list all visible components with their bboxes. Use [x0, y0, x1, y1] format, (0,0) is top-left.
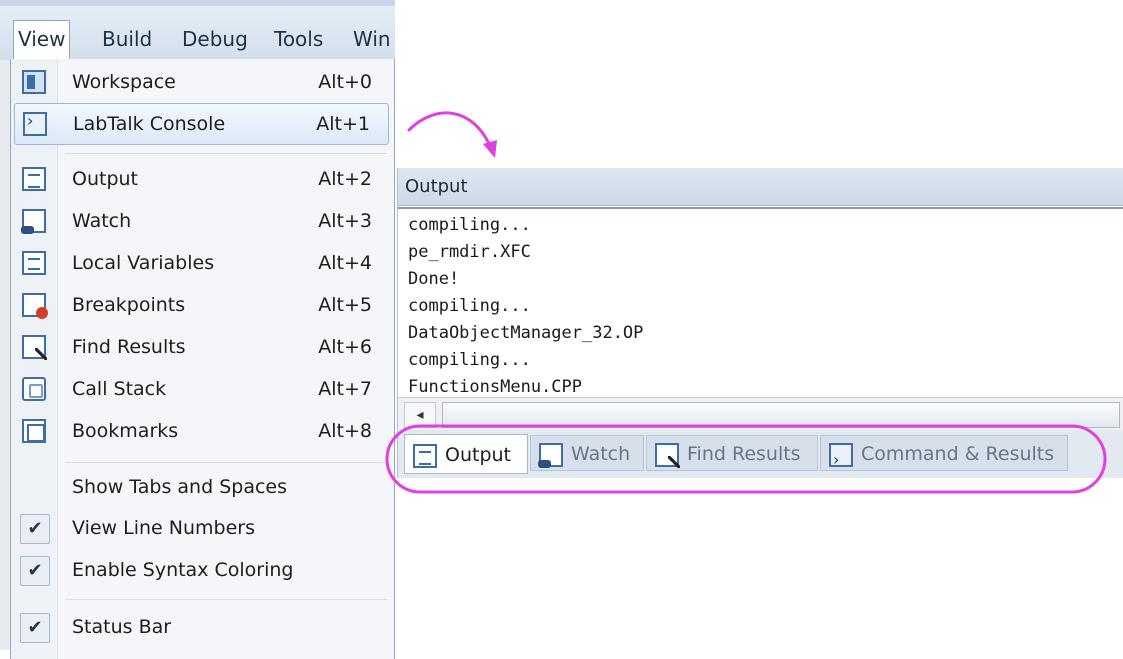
output-line: compiling... [408, 296, 531, 316]
menu-item-label: Watch [72, 210, 132, 232]
output-line: FunctionsMenu.CPP [408, 377, 582, 397]
menu-item-local-variables[interactable]: Local Variables Alt+4 [11, 243, 394, 283]
menu-item-shortcut: Alt+0 [318, 71, 372, 93]
watch-icon [21, 209, 46, 234]
annotation-arrow-icon [407, 111, 497, 158]
view-menu-dropdown: Workspace Alt+0 LabTalk Console Alt+1 Ou… [10, 59, 395, 659]
menu-item-label: Local Variables [72, 252, 215, 274]
output-text-area[interactable]: compiling... pe_rmdir.XFC Done! compilin… [398, 207, 1123, 399]
menu-item-label: Call Stack [72, 378, 167, 400]
menu-item-shortcut: Alt+8 [318, 420, 372, 442]
output-icon [22, 167, 46, 191]
background-window-edge [0, 60, 10, 650]
bookmarks-icon [22, 419, 46, 443]
menu-debug[interactable]: Debug [178, 22, 252, 56]
menu-item-label: Status Bar [72, 616, 172, 638]
menu-view[interactable]: View [13, 20, 71, 61]
menu-item-label: Find Results [72, 336, 186, 358]
menu-item-find-results[interactable]: Find Results Alt+6 [11, 327, 394, 367]
menu-build[interactable]: Build [98, 22, 156, 56]
menu-item-label: Bookmarks [72, 420, 179, 442]
checkmark-icon: ✔ [20, 613, 50, 643]
menu-item-shortcut: Alt+7 [318, 378, 372, 400]
console-icon [23, 111, 47, 136]
menu-item-label: LabTalk Console [73, 113, 226, 135]
menu-item-label: Breakpoints [72, 294, 186, 316]
menu-separator [65, 599, 387, 600]
annotation-ellipse-icon [385, 424, 1107, 494]
output-panel-title: Output [398, 168, 1123, 206]
menu-item-shortcut: Alt+6 [318, 336, 372, 358]
menu-item-bookmarks[interactable]: Bookmarks Alt+8 [11, 411, 394, 451]
menu-separator [65, 153, 387, 154]
menu-item-shortcut: Alt+2 [318, 168, 372, 190]
output-line: pe_rmdir.XFC [408, 242, 531, 262]
find-results-icon [22, 335, 47, 360]
menu-item-show-tabs-spaces[interactable]: Show Tabs and Spaces [11, 467, 394, 507]
breakpoints-icon [22, 293, 48, 319]
menu-item-status-bar[interactable]: ✔ Status Bar [11, 607, 394, 647]
menu-item-enable-syntax-coloring[interactable]: ✔ Enable Syntax Coloring [11, 550, 394, 590]
menu-item-label: Enable Syntax Coloring [72, 559, 294, 581]
menu-item-output[interactable]: Output Alt+2 [11, 159, 394, 199]
menu-item-breakpoints[interactable]: Breakpoints Alt+5 [11, 285, 394, 325]
menu-item-label: Show Tabs and Spaces [72, 476, 287, 498]
output-line: Done! [408, 269, 460, 289]
menu-item-label: Output [72, 168, 138, 190]
menu-item-shortcut: Alt+3 [318, 210, 372, 232]
menu-tools[interactable]: Tools [270, 22, 327, 56]
menu-bar: View Build Debug Tools Win [0, 0, 395, 61]
checkmark-icon: ✔ [20, 556, 50, 586]
call-stack-icon [22, 377, 46, 401]
menu-item-workspace[interactable]: Workspace Alt+0 [11, 62, 394, 102]
local-variables-icon [22, 251, 46, 275]
menu-item-label: View Line Numbers [72, 517, 255, 539]
menu-item-labtalk-console[interactable]: LabTalk Console Alt+1 [14, 103, 389, 145]
menu-separator [65, 462, 387, 463]
menu-bar-top-strip [0, 0, 395, 6]
menu-item-shortcut: Alt+5 [318, 294, 372, 316]
output-line: compiling... [408, 350, 531, 370]
workspace-icon [22, 70, 46, 94]
output-line: DataObjectManager_32.OP [408, 323, 644, 343]
menu-item-label: Workspace [72, 71, 176, 93]
menu-item-watch[interactable]: Watch Alt+3 [11, 201, 394, 241]
menu-item-call-stack[interactable]: Call Stack Alt+7 [11, 369, 394, 409]
menu-window[interactable]: Win [349, 22, 395, 56]
menu-item-shortcut: Alt+1 [316, 113, 370, 135]
menu-item-shortcut: Alt+4 [318, 252, 372, 274]
checkmark-icon: ✔ [20, 514, 50, 544]
menu-item-view-line-numbers[interactable]: ✔ View Line Numbers [11, 508, 394, 548]
output-line: compiling... [408, 215, 531, 235]
